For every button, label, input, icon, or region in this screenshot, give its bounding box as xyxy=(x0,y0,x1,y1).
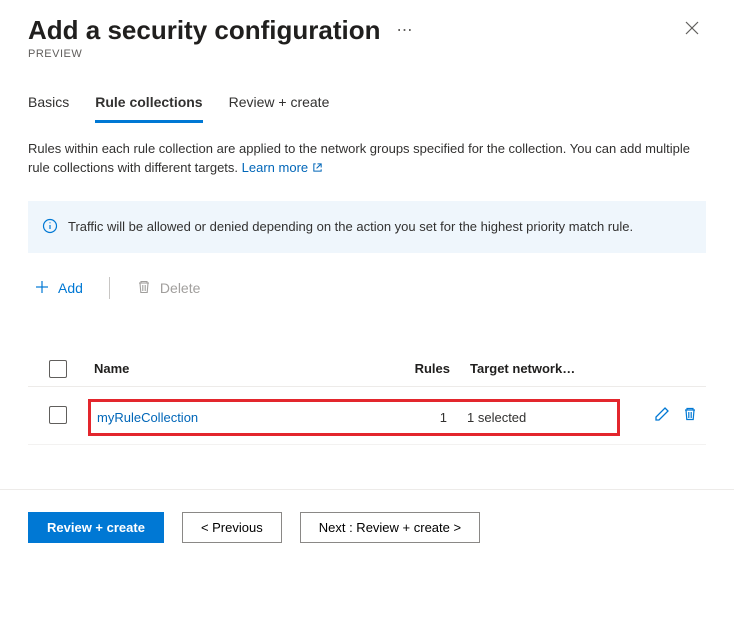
rule-count-cell: 1 xyxy=(377,410,467,425)
target-cell: 1 selected xyxy=(467,410,617,425)
plus-icon xyxy=(34,279,50,298)
row-checkbox[interactable] xyxy=(49,406,67,424)
page-title: Add a security configuration xyxy=(28,15,381,46)
delete-label: Delete xyxy=(160,280,200,296)
rule-collections-table: Name Rules Target network… myRuleCollect… xyxy=(28,352,706,445)
delete-row-icon[interactable] xyxy=(682,406,698,425)
delete-button[interactable]: Delete xyxy=(130,273,206,304)
column-header-rules[interactable]: Rules xyxy=(380,361,470,376)
close-icon[interactable] xyxy=(678,14,706,45)
previous-button[interactable]: < Previous xyxy=(182,512,282,543)
external-link-icon xyxy=(312,160,323,179)
tab-basics[interactable]: Basics xyxy=(28,88,69,123)
description-body: Rules within each rule collection are ap… xyxy=(28,141,690,175)
tab-rule-collections[interactable]: Rule collections xyxy=(95,88,202,123)
toolbar-divider xyxy=(109,277,110,299)
rule-collection-name-link[interactable]: myRuleCollection xyxy=(97,410,198,425)
column-header-name[interactable]: Name xyxy=(88,361,380,376)
tab-strip: Basics Rule collections Review + create xyxy=(28,88,706,124)
table-row: myRuleCollection 1 1 selected xyxy=(28,387,706,445)
tab-review-create[interactable]: Review + create xyxy=(229,88,330,123)
info-text: Traffic will be allowed or denied depend… xyxy=(68,217,633,237)
highlighted-row-region: myRuleCollection 1 1 selected xyxy=(88,399,620,436)
trash-icon xyxy=(136,279,152,298)
more-actions-icon[interactable]: ⋯ xyxy=(391,14,419,46)
column-header-target[interactable]: Target network… xyxy=(470,361,620,376)
learn-more-link[interactable]: Learn more xyxy=(242,160,323,175)
description-text: Rules within each rule collection are ap… xyxy=(28,140,706,179)
review-create-button[interactable]: Review + create xyxy=(28,512,164,543)
add-button[interactable]: Add xyxy=(28,273,89,304)
select-all-checkbox[interactable] xyxy=(49,360,67,378)
table-header-row: Name Rules Target network… xyxy=(28,352,706,387)
info-icon xyxy=(42,218,58,237)
next-button[interactable]: Next : Review + create > xyxy=(300,512,480,543)
preview-badge: PREVIEW xyxy=(28,48,419,60)
table-toolbar: Add Delete xyxy=(28,273,706,304)
info-box: Traffic will be allowed or denied depend… xyxy=(28,201,706,253)
add-label: Add xyxy=(58,280,83,296)
panel-header: Add a security configuration ⋯ PREVIEW xyxy=(28,14,706,60)
edit-icon[interactable] xyxy=(654,406,670,425)
footer-bar: Review + create < Previous Next : Review… xyxy=(0,489,734,565)
